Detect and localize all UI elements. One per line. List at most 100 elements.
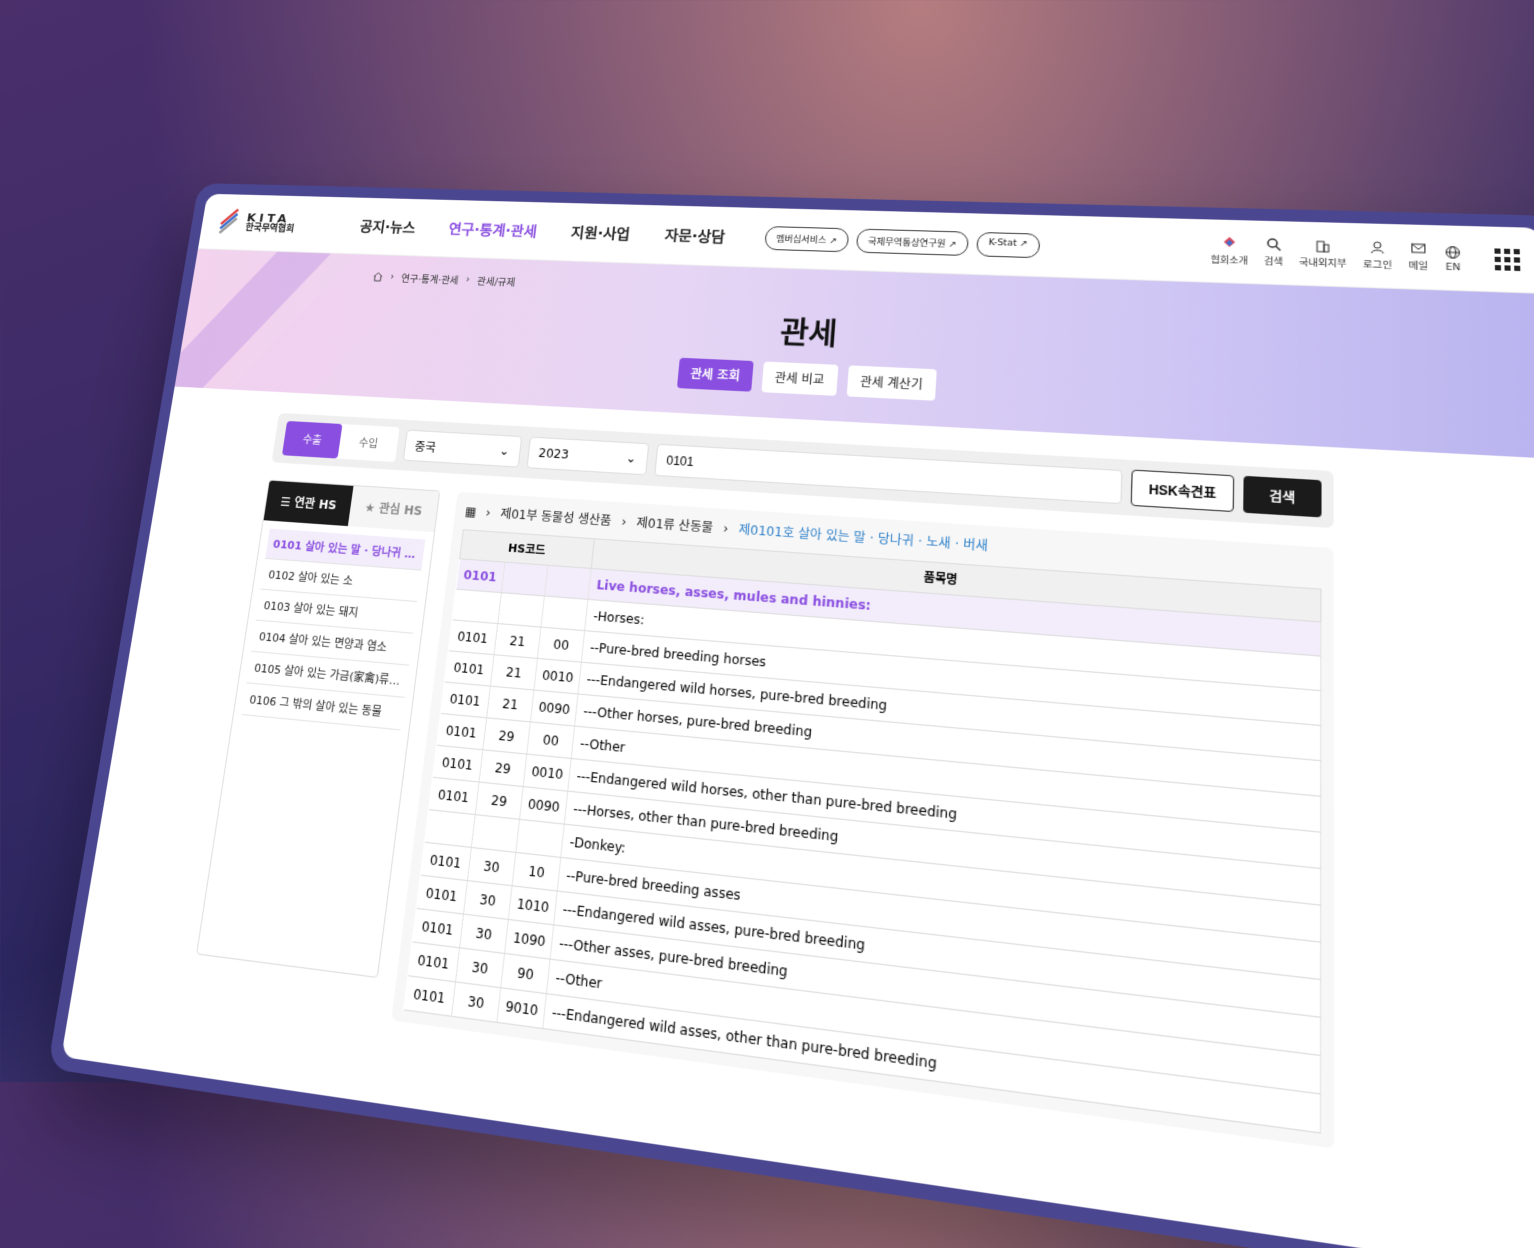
hs-code-cell: 0090 bbox=[519, 787, 568, 825]
util-login-label: 로그인 bbox=[1363, 257, 1392, 271]
hs-code-cell: 30 bbox=[463, 881, 512, 920]
util-about-label: 협회소개 bbox=[1211, 252, 1249, 266]
device-frame: KITA 한국무역협회 공지·뉴스 연구·통계·관세 지원·사업 자문·상담 멤… bbox=[47, 183, 1534, 1248]
breadcrumb-item[interactable]: 관세/규제 bbox=[476, 273, 516, 288]
chevron-right-icon: › bbox=[485, 505, 491, 519]
hs-sidebar: ☰ 연관 HS ★ 관심 HS 0101 살아 있는 말 · 당나귀 · ...… bbox=[196, 480, 440, 979]
nav-consulting[interactable]: 자문·상담 bbox=[664, 225, 726, 247]
hs-code-cell bbox=[452, 589, 501, 623]
nav-support-business[interactable]: 지원·사업 bbox=[570, 222, 631, 243]
hs-code-cell: 29 bbox=[483, 718, 530, 754]
hs-code-cell: 1090 bbox=[504, 919, 554, 959]
hs-code-cell: 00 bbox=[537, 627, 585, 662]
logo-mark-icon bbox=[217, 212, 241, 232]
hs-code-cell: 0101 bbox=[440, 682, 490, 718]
chevron-right-icon: › bbox=[465, 275, 470, 285]
hs-code-cell: 0010 bbox=[523, 754, 572, 791]
hs-code-cell: 0101 bbox=[456, 559, 505, 593]
trade-type-toggle: 수출 수입 bbox=[282, 421, 399, 462]
hs-code-cell: 0101 bbox=[428, 777, 479, 814]
country-select[interactable]: 중국 ⌄ bbox=[402, 430, 521, 468]
kita-icon bbox=[1222, 236, 1238, 251]
hs-code-cell: 90 bbox=[501, 953, 551, 993]
related-hs-list: 0101 살아 있는 말 · 당나귀 · ... 0102 살아 있는 소 01… bbox=[241, 529, 425, 731]
hs-code-cell: 0010 bbox=[534, 658, 582, 694]
all-menu-grid-icon[interactable] bbox=[1494, 248, 1520, 271]
main-nav: 공지·뉴스 연구·통계·관세 지원·사업 자문·상담 bbox=[359, 216, 726, 246]
hs-code-cell: 21 bbox=[494, 624, 541, 659]
hs-code-cell bbox=[544, 565, 591, 599]
tab-related-hs[interactable]: ☰ 연관 HS bbox=[264, 481, 354, 527]
globe-icon bbox=[1444, 245, 1461, 260]
user-icon bbox=[1369, 240, 1385, 255]
hs-section[interactable]: 제01부 동물성 생산품 bbox=[500, 505, 613, 530]
util-mail[interactable]: 메일 bbox=[1408, 241, 1428, 273]
nav-notice-news[interactable]: 공지·뉴스 bbox=[359, 216, 417, 237]
tab-tariff-lookup[interactable]: 관세 조회 bbox=[677, 358, 753, 392]
hs-code-cell: 0101 bbox=[448, 620, 497, 655]
util-about[interactable]: 협회소개 bbox=[1211, 235, 1249, 266]
util-language-label: EN bbox=[1446, 263, 1461, 274]
hsk-table-button[interactable]: HSK속견표 bbox=[1131, 470, 1234, 513]
membership-link[interactable]: 멤버십서비스 ↗ bbox=[764, 226, 849, 252]
kita-logo[interactable]: KITA 한국무역협회 bbox=[217, 211, 344, 235]
backdrop: KITA 한국무역협회 공지·뉴스 연구·통계·관세 지원·사업 자문·상담 멤… bbox=[0, 0, 1534, 1082]
hs-code-cell bbox=[471, 815, 519, 853]
hs-code-cell bbox=[424, 810, 475, 848]
util-branches[interactable]: 국내외지부 bbox=[1299, 238, 1347, 270]
building-icon bbox=[1315, 238, 1331, 253]
search-icon bbox=[1266, 237, 1282, 252]
hs-code-cell: 9010 bbox=[497, 988, 547, 1029]
chevron-right-icon: › bbox=[723, 521, 729, 536]
tab-favorite-hs[interactable]: ★ 관심 HS bbox=[348, 486, 439, 532]
import-toggle[interactable]: 수입 bbox=[338, 424, 399, 462]
hs-code-cell bbox=[541, 596, 589, 631]
home-icon[interactable] bbox=[372, 271, 384, 281]
year-select[interactable]: 2023 ⌄ bbox=[526, 437, 649, 476]
iit-link[interactable]: 국제무역통상연구원 ↗ bbox=[856, 228, 969, 255]
hs-code-cell: 21 bbox=[487, 686, 534, 722]
hs-code-cell: 30 bbox=[467, 847, 515, 885]
chevron-right-icon: › bbox=[390, 272, 395, 282]
sidebar-tabs: ☰ 연관 HS ★ 관심 HS bbox=[264, 481, 440, 533]
hs-code-cell: 0101 bbox=[420, 842, 471, 880]
chevron-down-icon: ⌄ bbox=[625, 451, 637, 466]
hs-code-cell: 0101 bbox=[416, 875, 467, 914]
hs-code-cell: 0101 bbox=[444, 651, 494, 686]
util-mail-label: 메일 bbox=[1408, 258, 1428, 272]
hs-chapter[interactable]: 제01류 산동물 bbox=[636, 513, 714, 536]
nav-research-stats-tariff[interactable]: 연구·통계·관세 bbox=[448, 219, 539, 241]
hs-code-cell: 10 bbox=[512, 852, 561, 891]
hs-code-cell: 0101 bbox=[404, 976, 456, 1017]
export-toggle[interactable]: 수출 bbox=[282, 421, 343, 459]
hs-code-cell: 29 bbox=[479, 750, 527, 787]
util-login[interactable]: 로그인 bbox=[1363, 240, 1392, 272]
utility-menu: 협회소개 검색 국내외지부 로그인 bbox=[1211, 235, 1521, 275]
hs-code-cell: 30 bbox=[455, 948, 504, 988]
hs-code-cell: 29 bbox=[475, 782, 523, 819]
tab-tariff-calculator[interactable]: 관세 계산기 bbox=[846, 365, 936, 400]
search-button[interactable]: 검색 bbox=[1243, 476, 1322, 518]
logo-ko: 한국무역협회 bbox=[245, 223, 295, 233]
country-value: 중국 bbox=[414, 437, 437, 455]
chevron-down-icon: ⌄ bbox=[499, 444, 510, 458]
kstat-link[interactable]: K-Stat ↗ bbox=[976, 231, 1040, 257]
breadcrumb-item[interactable]: 연구·통계·관세 bbox=[400, 271, 459, 287]
hs-code-cell: 00 bbox=[527, 722, 575, 759]
util-language[interactable]: EN bbox=[1444, 245, 1461, 273]
grid-icon[interactable]: ▦ bbox=[464, 504, 477, 519]
util-search[interactable]: 검색 bbox=[1264, 237, 1283, 268]
hs-code-input[interactable] bbox=[654, 444, 1123, 504]
hs-code-cell: 30 bbox=[459, 914, 508, 953]
hs-code-cell: 1010 bbox=[508, 886, 557, 925]
hs-code-cell: 30 bbox=[451, 982, 500, 1022]
chevron-right-icon: › bbox=[621, 514, 627, 529]
hs-heading[interactable]: 제0101호 살아 있는 말 · 당나귀 · 노새 · 버새 bbox=[738, 520, 988, 555]
util-search-label: 검색 bbox=[1264, 254, 1283, 268]
browser-screen: KITA 한국무역협회 공지·뉴스 연구·통계·관세 지원·사업 자문·상담 멤… bbox=[61, 194, 1534, 1248]
hs-code-cell bbox=[501, 562, 547, 596]
year-value: 2023 bbox=[538, 446, 570, 462]
tab-tariff-compare[interactable]: 관세 비교 bbox=[761, 362, 838, 396]
hs-detail-panel: ▦ › 제01부 동물성 생산품 › 제01류 산동물 › 제0101호 살아 … bbox=[391, 492, 1334, 1149]
external-links: 멤버십서비스 ↗ 국제무역통상연구원 ↗ K-Stat ↗ bbox=[764, 226, 1040, 258]
